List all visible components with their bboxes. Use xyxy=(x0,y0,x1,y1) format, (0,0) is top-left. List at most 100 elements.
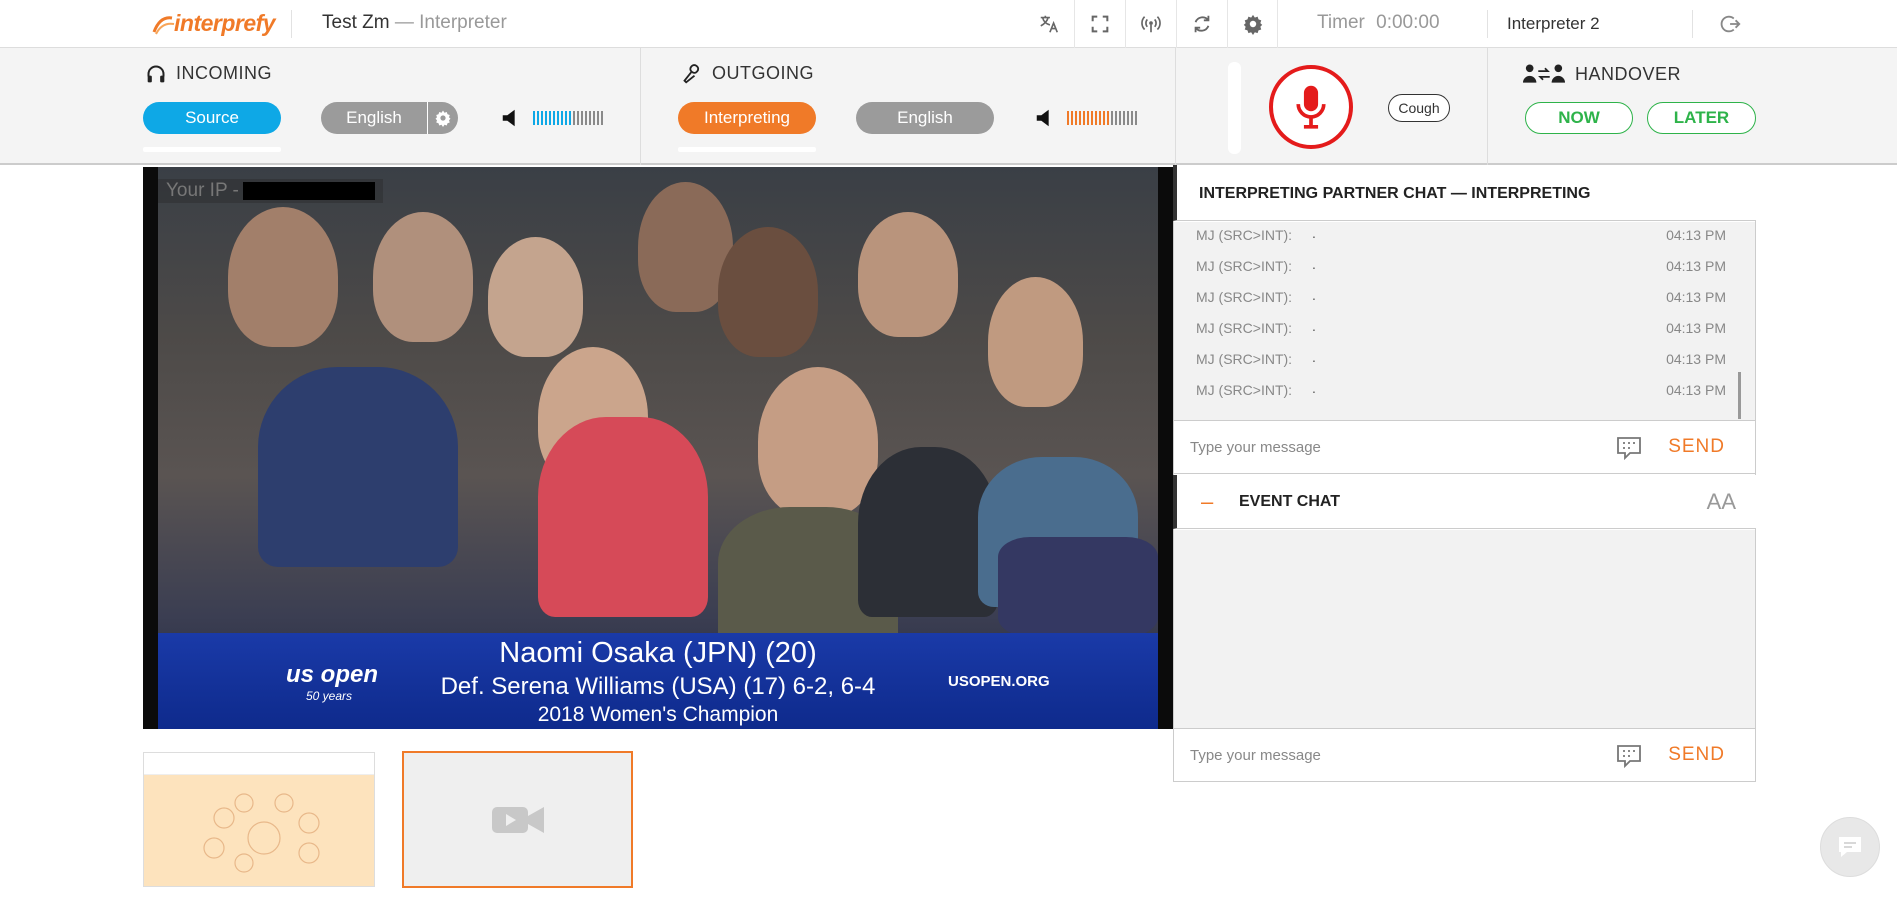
ip-redacted xyxy=(242,182,375,200)
cough-button[interactable]: Cough xyxy=(1388,94,1450,122)
refresh-button[interactable] xyxy=(1176,0,1227,48)
source-indicator xyxy=(143,147,281,152)
interpreting-indicator xyxy=(678,147,816,152)
meter-bar xyxy=(589,111,591,125)
source-button[interactable]: Source xyxy=(143,102,281,134)
support-chat-button[interactable] xyxy=(1820,817,1880,877)
usopen-site: USOPEN.ORG xyxy=(948,673,1050,690)
speaker-icon[interactable] xyxy=(1034,107,1056,129)
font-size-icon[interactable]: AA xyxy=(1707,489,1736,515)
settings-button[interactable] xyxy=(1227,0,1278,48)
translate-button[interactable] xyxy=(1023,0,1074,48)
chat-message: MJ (SRC>INT):. 04:13 PM xyxy=(1196,287,1726,305)
event-chat-input-row: SEND xyxy=(1174,728,1755,782)
page-title: Test Zm — Interpreter xyxy=(322,12,507,34)
meter-bar xyxy=(1135,111,1137,125)
partner-chat-input-row: SEND xyxy=(1174,420,1755,474)
brand-name: interprefy xyxy=(174,10,276,36)
video-player[interactable]: Your IP - us open 50 years Naomi Osaka (… xyxy=(143,167,1173,729)
meter-bar xyxy=(549,111,551,125)
meter-bar xyxy=(1119,111,1121,125)
meter-bar xyxy=(581,111,583,125)
fullscreen-button[interactable] xyxy=(1074,0,1125,48)
incoming-label: INCOMING xyxy=(176,63,272,83)
event-title: Test Zm xyxy=(322,12,390,33)
microphone-toggle[interactable] xyxy=(1269,65,1353,149)
chat-message: MJ (SRC>INT):. 04:13 PM xyxy=(1196,349,1726,367)
collapse-icon[interactable]: – xyxy=(1201,489,1213,515)
meter-bar xyxy=(1095,111,1097,125)
gear-icon xyxy=(1243,14,1262,35)
incoming-language-select[interactable]: English xyxy=(321,102,427,134)
slide-thumbnail[interactable] xyxy=(143,752,375,887)
outgoing-language-select[interactable]: English xyxy=(856,102,994,134)
logout-button[interactable] xyxy=(1705,0,1756,48)
meter-bar xyxy=(557,111,559,125)
chat-message: MJ (SRC>INT):. 04:13 PM xyxy=(1196,225,1726,243)
meter-bar xyxy=(601,111,603,125)
camera-thumbnail[interactable] xyxy=(402,751,633,888)
quick-reply-icon[interactable] xyxy=(1615,743,1643,769)
handover-label: HANDOVER xyxy=(1575,63,1682,84)
meter-bar xyxy=(1123,111,1125,125)
divider xyxy=(1692,10,1693,38)
fullscreen-icon xyxy=(1091,15,1109,33)
caption-line-1: Naomi Osaka (JPN) (20) xyxy=(499,637,817,669)
meter-bar xyxy=(1071,111,1073,125)
partner-chat-input[interactable] xyxy=(1190,435,1590,459)
meter-bar xyxy=(553,111,555,125)
event-chat-header[interactable]: – EVENT CHAT AA xyxy=(1173,475,1756,529)
event-chat-input[interactable] xyxy=(1190,743,1590,767)
translate-icon xyxy=(1039,15,1058,33)
meter-bar xyxy=(1091,111,1093,125)
top-bar: interprefy Test Zm — Interpreter Timer 0… xyxy=(0,0,1897,48)
column-divider xyxy=(640,48,641,165)
meter-bar xyxy=(1075,111,1077,125)
meter-bar xyxy=(1103,111,1105,125)
chat-scrollbar[interactable] xyxy=(1738,372,1741,419)
interpreting-button[interactable]: Interpreting xyxy=(678,102,816,134)
interprefy-logo: interprefy xyxy=(152,8,276,38)
partner-chat-header: INTERPRETING PARTNER CHAT — INTERPRETING xyxy=(1173,165,1756,221)
divider xyxy=(1487,10,1488,38)
meter-bar xyxy=(1067,111,1069,125)
divider xyxy=(291,10,292,38)
output-volume-slider[interactable] xyxy=(1228,62,1241,154)
column-divider xyxy=(1487,48,1488,165)
partner-chat-messages[interactable]: MJ (SRC>INT):. 04:13 PM MJ (SRC>INT):. 04:… xyxy=(1174,222,1755,420)
meter-bar xyxy=(1107,111,1109,125)
handover-later-button[interactable]: LATER xyxy=(1647,102,1756,134)
event-chat-title: EVENT CHAT xyxy=(1239,493,1341,510)
event-chat-send-button[interactable]: SEND xyxy=(1668,744,1725,766)
refresh-icon xyxy=(1194,15,1210,33)
ip-label: Your IP - xyxy=(166,180,239,201)
handover-now-button[interactable]: NOW xyxy=(1525,102,1633,134)
gear-icon xyxy=(435,110,451,127)
timer: Timer 0:00:00 xyxy=(1317,12,1440,34)
broadcast-button[interactable] xyxy=(1125,0,1176,48)
quick-reply-icon[interactable] xyxy=(1615,435,1643,461)
partner-chat-send-button[interactable]: SEND xyxy=(1668,436,1725,458)
meter-bar xyxy=(541,111,543,125)
handover-section-title: HANDOVER xyxy=(1523,63,1681,85)
incoming-section-title: INCOMING xyxy=(146,63,272,84)
handover-users-icon xyxy=(1523,64,1565,83)
meter-bar xyxy=(537,111,539,125)
meter-bar xyxy=(577,111,579,125)
incoming-settings-button[interactable] xyxy=(427,102,458,134)
meter-bar xyxy=(565,111,567,125)
speaker-icon[interactable] xyxy=(500,107,522,129)
outgoing-label: OUTGOING xyxy=(712,63,814,83)
meter-bar xyxy=(1131,111,1133,125)
meter-bar xyxy=(1099,111,1101,125)
meter-bar xyxy=(545,111,547,125)
chat-message: MJ (SRC>INT):. 04:13 PM xyxy=(1196,380,1726,398)
ip-overlay: Your IP - xyxy=(158,179,383,203)
meter-bar xyxy=(593,111,595,125)
logout-icon xyxy=(1720,15,1741,33)
outgoing-section-title: OUTGOING xyxy=(682,63,814,84)
role-subtitle: — Interpreter xyxy=(394,12,507,33)
timer-label: Timer xyxy=(1317,12,1365,33)
caption-line-3: 2018 Women's Champion xyxy=(537,703,779,726)
event-chat-messages[interactable] xyxy=(1174,530,1755,728)
